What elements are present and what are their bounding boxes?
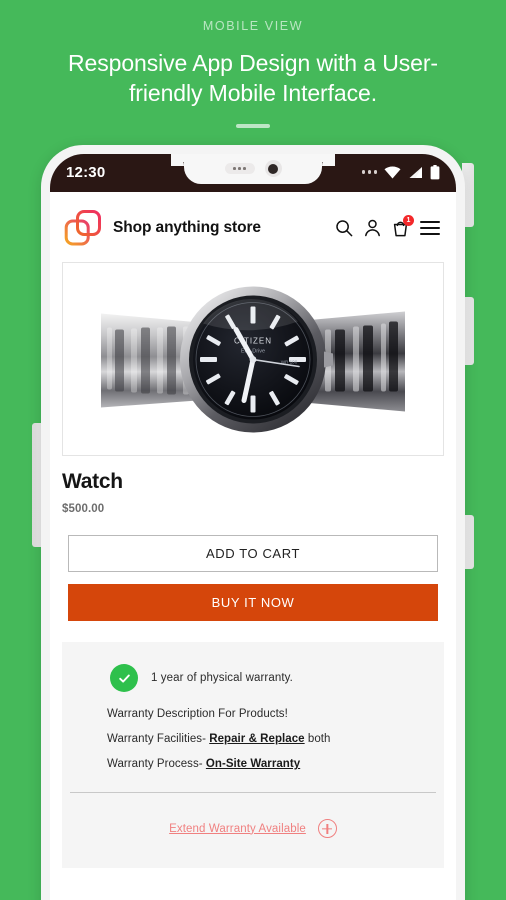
product-image[interactable]: CITIZEN Eco-Drive WR 100 — [62, 262, 444, 456]
menu-icon[interactable] — [420, 221, 440, 235]
warranty-line-2: Warranty Facilities- Repair & Replace bo… — [107, 733, 422, 745]
warranty-line-1-prefix: Warranty Description For Products! — [107, 708, 288, 720]
warranty-line-2-emphasis: Repair & Replace — [209, 733, 305, 745]
page-title: Responsive App Design with a User-friend… — [68, 50, 438, 106]
phone-notch — [171, 154, 335, 184]
status-bar: 12:30 — [50, 154, 456, 192]
add-to-cart-button[interactable]: ADD TO CART — [68, 535, 438, 572]
plus-circle-icon[interactable] — [317, 819, 337, 838]
phone-mockup: 12:30 Shop anything store 1 CITIZEN Eco-… — [32, 145, 474, 900]
header-actions: 1 — [335, 215, 440, 237]
search-icon[interactable] — [335, 219, 353, 237]
buy-it-now-button[interactable]: BUY IT NOW — [68, 584, 438, 621]
phone-screen: 12:30 Shop anything store 1 CITIZEN Eco-… — [50, 154, 456, 900]
banner-divider — [236, 124, 270, 128]
cart-icon[interactable]: 1 — [392, 215, 414, 237]
brand[interactable]: Shop anything store — [63, 208, 261, 248]
warranty-description: Warranty Description For Products! Warra… — [62, 692, 444, 770]
store-name: Shop anything store — [113, 219, 261, 236]
wifi-icon — [384, 165, 401, 179]
account-icon[interactable] — [364, 219, 381, 237]
phone-body: 12:30 Shop anything store 1 CITIZEN Eco-… — [41, 145, 465, 900]
warranty-line-2-prefix: Warranty Facilities- — [107, 733, 210, 745]
speaker-grille-icon — [224, 163, 255, 174]
warranty-card: 1 year of physical warranty. Warranty De… — [62, 642, 444, 868]
battery-icon — [430, 164, 440, 180]
front-camera-icon — [264, 160, 282, 177]
warranty-line-3: Warranty Process- On-Site Warranty — [107, 758, 422, 770]
product-price: $500.00 — [62, 503, 105, 515]
warranty-headline: 1 year of physical warranty. — [151, 672, 293, 684]
signal-icon — [408, 166, 423, 179]
product-info: Watch $500.00 — [50, 456, 456, 515]
shop-logo-icon — [63, 208, 103, 248]
status-time: 12:30 — [66, 163, 106, 181]
banner-eyebrow: MOBILE VIEW — [202, 19, 304, 33]
purchase-actions: ADD TO CART BUY IT NOW — [50, 515, 456, 621]
store-header: Shop anything store 1 — [50, 192, 456, 260]
extend-warranty-link[interactable]: Extend Warranty Available — [169, 823, 306, 835]
warranty-line-2-suffix: both — [304, 733, 331, 745]
warranty-line-3-emphasis: On-Site Warranty — [205, 758, 301, 770]
extend-warranty-row: Extend Warranty Available — [62, 793, 444, 868]
warranty-line-3-prefix: Warranty Process- — [107, 758, 206, 770]
status-icons — [361, 164, 441, 180]
check-circle-icon — [110, 664, 138, 692]
page-banner: MOBILE VIEW Responsive App Design with a… — [0, 0, 506, 128]
more-dots-icon — [361, 170, 377, 174]
warranty-line-1: Warranty Description For Products! — [107, 708, 422, 720]
cart-count-badge: 1 — [403, 215, 414, 226]
warranty-headline-row: 1 year of physical warranty. — [62, 664, 444, 692]
product-title: Watch — [62, 470, 123, 493]
